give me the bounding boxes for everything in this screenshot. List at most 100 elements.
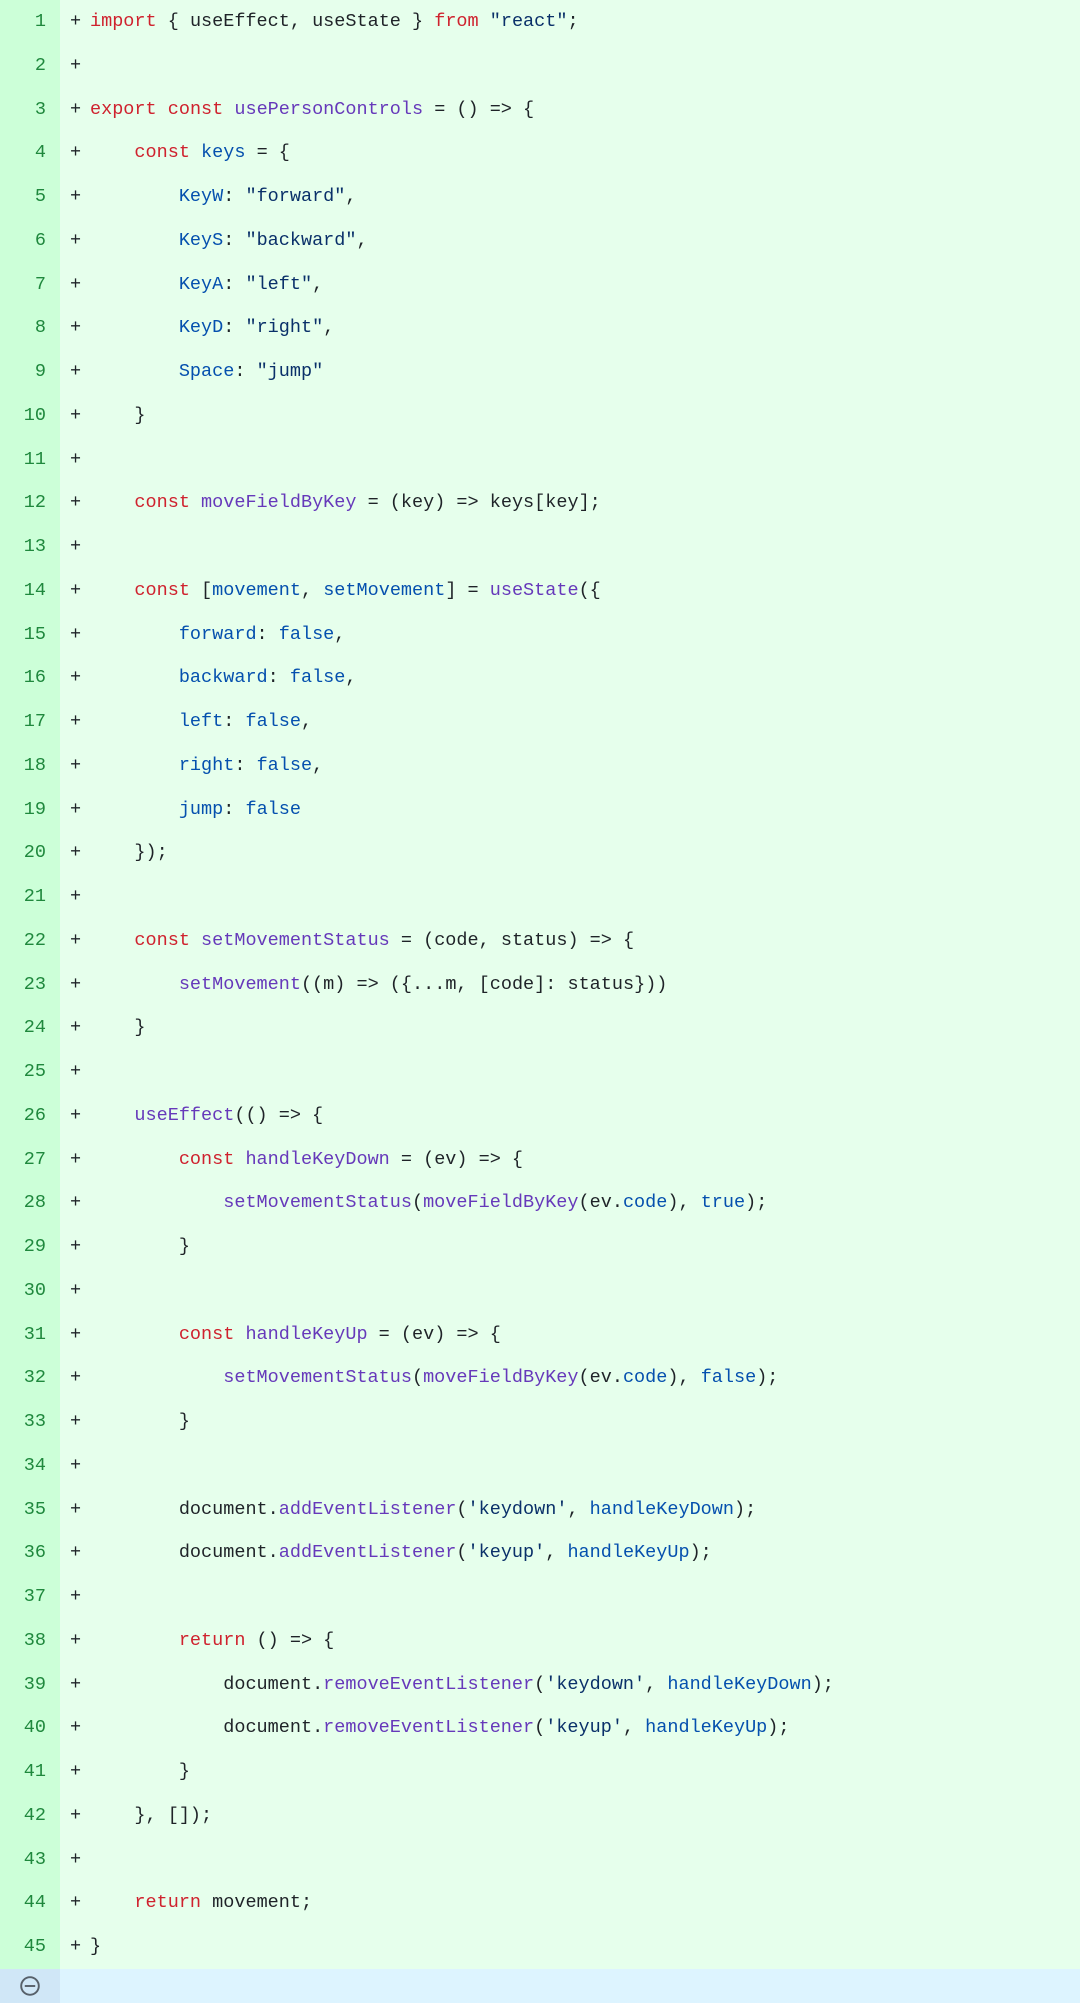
code-content[interactable]: document.addEventListener('keydown', han… xyxy=(88,1488,1080,1532)
line-number[interactable]: 43 xyxy=(0,1838,60,1882)
code-token: ev xyxy=(412,1324,434,1345)
line-number[interactable]: 23 xyxy=(0,963,60,1007)
line-number[interactable]: 24 xyxy=(0,1006,60,1050)
line-number[interactable]: 38 xyxy=(0,1619,60,1663)
code-content[interactable]: KeyS: "backward", xyxy=(88,219,1080,263)
line-number[interactable]: 13 xyxy=(0,525,60,569)
code-content[interactable]: return movement; xyxy=(88,1881,1080,1925)
line-number[interactable]: 9 xyxy=(0,350,60,394)
line-number[interactable]: 1 xyxy=(0,0,60,44)
diff-line: 6+ KeyS: "backward", xyxy=(0,219,1080,263)
line-number[interactable]: 41 xyxy=(0,1750,60,1794)
code-content[interactable]: import { useEffect, useState } from "rea… xyxy=(88,0,1080,44)
line-number[interactable]: 44 xyxy=(0,1881,60,1925)
code-content[interactable] xyxy=(88,1838,1080,1882)
code-content[interactable] xyxy=(88,1444,1080,1488)
code-content[interactable] xyxy=(88,875,1080,919)
line-number[interactable]: 18 xyxy=(0,744,60,788)
code-token xyxy=(90,186,179,207)
line-number[interactable]: 8 xyxy=(0,306,60,350)
line-number[interactable]: 5 xyxy=(0,175,60,219)
line-number[interactable]: 2 xyxy=(0,44,60,88)
code-content[interactable]: document.removeEventListener('keydown', … xyxy=(88,1663,1080,1707)
code-token: const xyxy=(179,1149,235,1170)
code-content[interactable]: forward: false, xyxy=(88,613,1080,657)
code-content[interactable]: const moveFieldByKey = (key) => keys[key… xyxy=(88,481,1080,525)
code-content[interactable]: KeyA: "left", xyxy=(88,263,1080,307)
code-content[interactable] xyxy=(88,44,1080,88)
line-number[interactable]: 45 xyxy=(0,1925,60,1969)
code-content[interactable]: setMovementStatus(moveFieldByKey(ev.code… xyxy=(88,1181,1080,1225)
code-token xyxy=(234,1149,245,1170)
code-content[interactable]: return () => { xyxy=(88,1619,1080,1663)
code-content[interactable]: const keys = { xyxy=(88,131,1080,175)
line-number[interactable]: 10 xyxy=(0,394,60,438)
code-content[interactable]: right: false, xyxy=(88,744,1080,788)
line-number[interactable]: 12 xyxy=(0,481,60,525)
code-content[interactable]: }, []); xyxy=(88,1794,1080,1838)
code-token: , xyxy=(479,930,501,951)
code-token: ( xyxy=(412,1192,423,1213)
line-number[interactable]: 39 xyxy=(0,1663,60,1707)
code-content[interactable] xyxy=(88,1269,1080,1313)
code-content[interactable]: Space: "jump" xyxy=(88,350,1080,394)
line-number[interactable]: 30 xyxy=(0,1269,60,1313)
line-number[interactable]: 21 xyxy=(0,875,60,919)
code-token xyxy=(90,1324,179,1345)
code-content[interactable]: backward: false, xyxy=(88,656,1080,700)
line-number[interactable]: 42 xyxy=(0,1794,60,1838)
code-token: , xyxy=(290,11,312,32)
code-content[interactable]: } xyxy=(88,1006,1080,1050)
code-content[interactable]: left: false, xyxy=(88,700,1080,744)
line-number[interactable]: 20 xyxy=(0,831,60,875)
line-number[interactable]: 22 xyxy=(0,919,60,963)
line-number[interactable]: 28 xyxy=(0,1181,60,1225)
code-content[interactable]: jump: false xyxy=(88,788,1080,832)
code-content[interactable]: document.addEventListener('keyup', handl… xyxy=(88,1531,1080,1575)
line-number[interactable]: 36 xyxy=(0,1531,60,1575)
line-number[interactable]: 16 xyxy=(0,656,60,700)
line-number[interactable]: 3 xyxy=(0,88,60,132)
line-number[interactable]: 15 xyxy=(0,613,60,657)
code-content[interactable]: } xyxy=(88,1750,1080,1794)
expand-down-button[interactable] xyxy=(0,1969,60,2003)
code-content[interactable] xyxy=(88,1050,1080,1094)
line-number[interactable]: 6 xyxy=(0,219,60,263)
code-content[interactable] xyxy=(88,438,1080,482)
code-content[interactable]: const handleKeyDown = (ev) => { xyxy=(88,1138,1080,1182)
code-content[interactable] xyxy=(88,525,1080,569)
code-content[interactable]: setMovement((m) => ({...m, [code]: statu… xyxy=(88,963,1080,1007)
line-number[interactable]: 26 xyxy=(0,1094,60,1138)
code-content[interactable]: }); xyxy=(88,831,1080,875)
line-number[interactable]: 4 xyxy=(0,131,60,175)
line-number[interactable]: 32 xyxy=(0,1356,60,1400)
line-number[interactable]: 40 xyxy=(0,1706,60,1750)
code-content[interactable]: } xyxy=(88,1925,1080,1969)
code-content[interactable]: } xyxy=(88,394,1080,438)
line-number[interactable]: 29 xyxy=(0,1225,60,1269)
code-content[interactable] xyxy=(88,1575,1080,1619)
line-number[interactable]: 37 xyxy=(0,1575,60,1619)
line-number[interactable]: 11 xyxy=(0,438,60,482)
line-number[interactable]: 17 xyxy=(0,700,60,744)
line-number[interactable]: 14 xyxy=(0,569,60,613)
code-content[interactable]: KeyD: "right", xyxy=(88,306,1080,350)
line-number[interactable]: 7 xyxy=(0,263,60,307)
code-content[interactable]: setMovementStatus(moveFieldByKey(ev.code… xyxy=(88,1356,1080,1400)
code-content[interactable]: const [movement, setMovement] = useState… xyxy=(88,569,1080,613)
line-number[interactable]: 33 xyxy=(0,1400,60,1444)
code-content[interactable]: } xyxy=(88,1225,1080,1269)
line-number[interactable]: 27 xyxy=(0,1138,60,1182)
code-content[interactable]: const setMovementStatus = (code, status)… xyxy=(88,919,1080,963)
code-content[interactable]: const handleKeyUp = (ev) => { xyxy=(88,1313,1080,1357)
line-number[interactable]: 19 xyxy=(0,788,60,832)
line-number[interactable]: 31 xyxy=(0,1313,60,1357)
code-content[interactable]: KeyW: "forward", xyxy=(88,175,1080,219)
code-content[interactable]: document.removeEventListener('keyup', ha… xyxy=(88,1706,1080,1750)
code-content[interactable]: useEffect(() => { xyxy=(88,1094,1080,1138)
line-number[interactable]: 35 xyxy=(0,1488,60,1532)
line-number[interactable]: 34 xyxy=(0,1444,60,1488)
code-content[interactable]: } xyxy=(88,1400,1080,1444)
line-number[interactable]: 25 xyxy=(0,1050,60,1094)
code-content[interactable]: export const usePersonControls = () => { xyxy=(88,88,1080,132)
